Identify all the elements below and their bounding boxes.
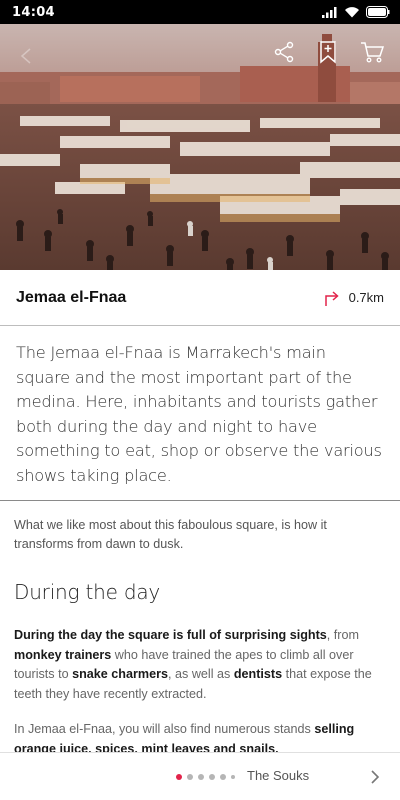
cart-button[interactable] bbox=[358, 38, 386, 66]
hero-image bbox=[0, 24, 400, 270]
page-dot bbox=[209, 774, 215, 780]
lead-text: What we like most about this faboulous s… bbox=[14, 518, 327, 551]
place-header: Jemaa el-Fnaa 0.7km bbox=[0, 270, 400, 326]
bottom-navigation: The Souks bbox=[0, 752, 400, 800]
highlight-text: monkey trainers bbox=[14, 647, 112, 662]
chevron-right-icon[interactable] bbox=[368, 768, 382, 786]
page-dot bbox=[187, 774, 193, 780]
paragraph-day: During the day the square is full of sur… bbox=[14, 626, 384, 704]
battery-icon bbox=[366, 6, 390, 18]
body-text: , from bbox=[326, 628, 359, 642]
signal-icon bbox=[322, 7, 337, 18]
page-indicator bbox=[176, 774, 235, 780]
share-button[interactable] bbox=[270, 38, 298, 66]
directions-arrow-icon bbox=[324, 290, 339, 306]
place-title: Jemaa el-Fnaa bbox=[16, 288, 127, 306]
highlight-text: snake charmers bbox=[72, 667, 169, 681]
bookmark-icon bbox=[320, 41, 336, 64]
status-time: 14:04 bbox=[12, 4, 55, 20]
page-dot bbox=[231, 775, 235, 779]
back-icon[interactable] bbox=[12, 42, 40, 70]
cart-icon bbox=[361, 42, 384, 63]
status-bar: 14:04 bbox=[0, 0, 400, 24]
next-page-label[interactable]: The Souks bbox=[247, 768, 309, 783]
distance-value: 0.7km bbox=[348, 290, 384, 305]
status-icons bbox=[322, 6, 390, 18]
bookmark-button[interactable] bbox=[314, 38, 342, 66]
body-text: , as well as bbox=[168, 667, 234, 681]
page-dot-active bbox=[176, 774, 182, 780]
hero-actions bbox=[270, 38, 386, 66]
directions-button[interactable]: 0.7km bbox=[323, 289, 384, 307]
share-icon bbox=[274, 41, 294, 63]
highlight-text: During the day the square is full of sur… bbox=[14, 628, 327, 642]
page-dot bbox=[198, 774, 204, 780]
page-dot bbox=[220, 774, 226, 780]
wifi-icon bbox=[345, 7, 359, 18]
intro-text: The Jemaa el-Fnaa is Marrakech's main sq… bbox=[16, 343, 382, 485]
paragraph-stands: In Jemaa el-Fnaa, you will also find num… bbox=[14, 720, 384, 752]
body-text: In Jemaa el-Fnaa, you will also find num… bbox=[14, 722, 315, 736]
intro-section: The Jemaa el-Fnaa is Marrakech's main sq… bbox=[0, 327, 400, 501]
section-title: During the day bbox=[14, 580, 161, 604]
article-content: What we like most about this faboulous s… bbox=[0, 502, 400, 752]
highlight-text: dentists bbox=[233, 667, 283, 681]
